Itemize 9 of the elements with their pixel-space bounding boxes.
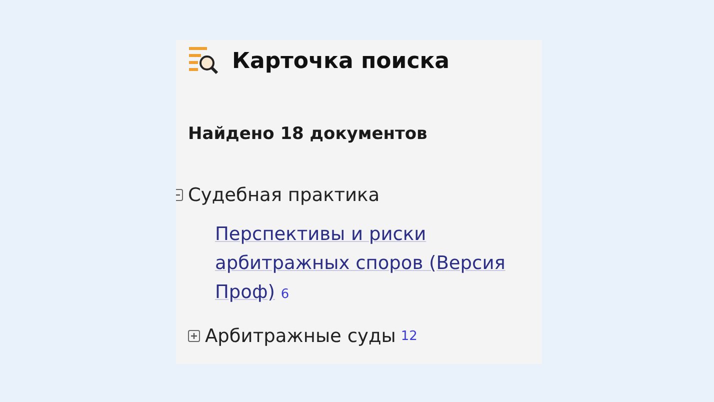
tree-group-label[interactable]: Судебная практика	[188, 184, 380, 206]
document-count: 6	[280, 287, 290, 302]
expand-icon[interactable]	[188, 330, 200, 342]
document-count: 12	[400, 328, 418, 344]
search-list-icon	[188, 46, 220, 76]
results-count: Найдено 18 документов	[188, 124, 428, 144]
document-link[interactable]: Перспективы и риски арбитражных споров (Версия Проф) 6	[215, 220, 520, 309]
tree-group-label[interactable]: Арбитражные суды	[205, 326, 396, 346]
panel-title: Карточка поиска	[232, 48, 450, 74]
